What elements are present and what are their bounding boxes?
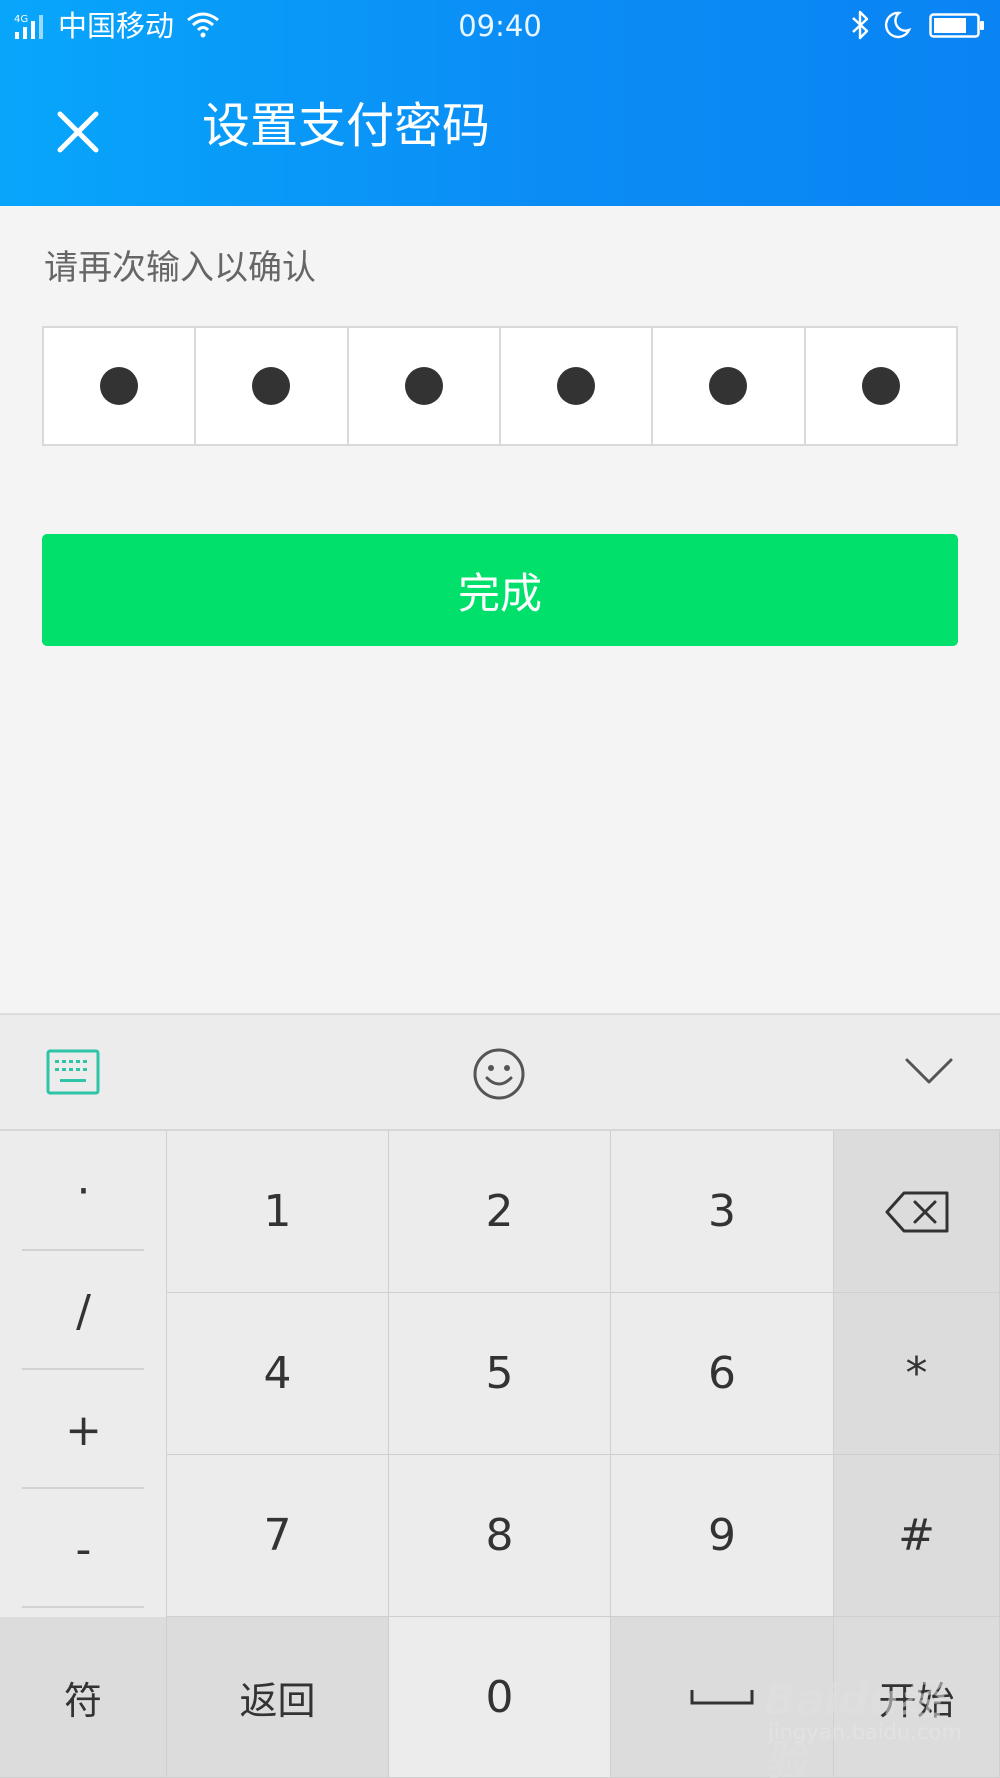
emoji-icon[interactable] <box>472 1047 526 1101</box>
key-9[interactable]: 9 <box>611 1455 834 1617</box>
bluetooth-icon <box>852 10 869 40</box>
key-asterisk[interactable]: * <box>834 1293 1000 1455</box>
key-plus[interactable]: + <box>0 1370 167 1490</box>
backspace-icon <box>885 1191 948 1232</box>
divider <box>22 1606 144 1608</box>
title-bar: 设置支付密码 <box>0 56 1000 206</box>
pin-dot <box>709 367 748 405</box>
key-3[interactable]: 3 <box>611 1131 834 1293</box>
app-header: 4G 中国移动 09:40 设置支付密码 <box>0 0 1000 206</box>
key-6[interactable]: 6 <box>611 1293 834 1455</box>
keyboard-icon[interactable] <box>46 1049 100 1095</box>
key-2[interactable]: 2 <box>389 1131 611 1293</box>
key-7[interactable]: 7 <box>167 1455 389 1617</box>
pin-cell <box>653 328 806 444</box>
back-key[interactable]: 返回 <box>167 1617 389 1778</box>
keyboard-toolbar <box>0 1013 1000 1131</box>
battery-icon <box>929 13 984 38</box>
done-button[interactable]: 完成 <box>42 534 958 646</box>
key-hash[interactable]: # <box>834 1455 1000 1617</box>
pin-dot <box>252 367 291 405</box>
symbols-key[interactable]: 符 <box>0 1617 167 1778</box>
pin-cell <box>44 328 197 444</box>
symbols-key-label: 符 <box>63 1678 102 1723</box>
pin-cell <box>501 328 654 444</box>
close-button[interactable] <box>48 102 108 162</box>
key-4[interactable]: 4 <box>167 1293 389 1455</box>
key-minus[interactable]: - <box>0 1489 167 1609</box>
back-key-label: 返回 <box>239 1678 316 1723</box>
pin-dot <box>100 367 139 405</box>
page-title: 设置支付密码 <box>202 98 491 154</box>
space-icon <box>690 1690 754 1705</box>
key-0[interactable]: 0 <box>389 1617 611 1778</box>
pin-input[interactable] <box>42 326 958 446</box>
chevron-down-icon[interactable] <box>904 1055 954 1087</box>
confirm-prompt: 请再次输入以确认 <box>44 248 316 288</box>
pin-dot <box>861 367 900 405</box>
key-slash[interactable]: / <box>0 1251 167 1371</box>
watermark: Baidu经验 jingyan.baidu.com <box>764 1666 964 1778</box>
key-5[interactable]: 5 <box>389 1293 611 1455</box>
key-1[interactable]: 1 <box>167 1131 389 1293</box>
pin-dot <box>557 367 596 405</box>
symbol-column: · / + - <box>0 1131 167 1617</box>
watermark-url: jingyan.baidu.com <box>768 1720 962 1744</box>
key-8[interactable]: 8 <box>389 1455 611 1617</box>
do-not-disturb-moon-icon <box>884 11 912 39</box>
pin-cell <box>196 328 349 444</box>
status-bar: 4G 中国移动 09:40 <box>0 0 1000 56</box>
close-icon <box>57 111 99 153</box>
backspace-key[interactable] <box>834 1131 1000 1293</box>
pin-cell <box>806 328 956 444</box>
pin-cell <box>349 328 501 444</box>
pin-dot <box>404 367 443 405</box>
key-dot[interactable]: · <box>0 1131 167 1251</box>
